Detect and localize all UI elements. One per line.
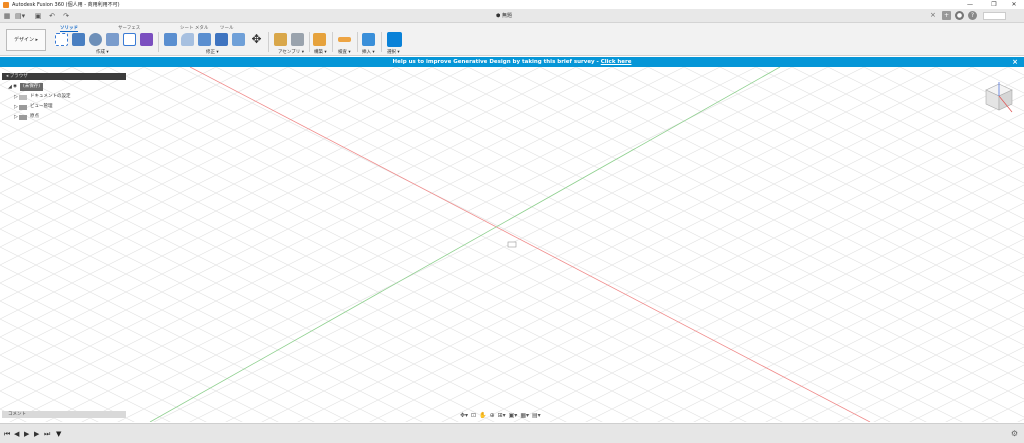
timeline-settings-gear-icon[interactable]: ⚙ — [1011, 429, 1018, 438]
tab-sheet-metal[interactable]: シート メタル — [180, 25, 208, 31]
browser-item-origin[interactable]: ▷ 原点 — [14, 113, 39, 121]
browser-item-document-settings[interactable]: ▷ ドキュメントの設定 — [14, 93, 71, 101]
timeline-bar: ⏮ ◀ ▶ ▶ ⏭ ▼ ⚙ — [0, 423, 1024, 443]
assemble-group-label[interactable]: アセンブリ ▾ — [278, 49, 304, 55]
browser-item-label: ドキュメントの設定 — [30, 94, 71, 99]
document-tab[interactable]: ⬢ 無題 — [496, 12, 512, 19]
close-tab-icon[interactable]: × — [930, 11, 936, 19]
create-sketch-icon[interactable] — [55, 33, 68, 46]
joint-icon[interactable] — [291, 33, 304, 46]
pan-icon[interactable]: ✋ — [479, 412, 486, 419]
fit-icon[interactable]: ⊞▾ — [498, 412, 506, 419]
survey-banner: Help us to improve Generative Design by … — [0, 57, 1024, 67]
fillet-icon[interactable] — [181, 33, 194, 46]
save-icon[interactable]: ▣ — [34, 11, 42, 21]
select-group-label[interactable]: 選択 ▾ — [387, 49, 400, 55]
browser-item-label: ビュー管理 — [30, 104, 53, 109]
construct-group-label[interactable]: 構築 ▾ — [314, 49, 327, 55]
file-menu-icon[interactable]: ▤▾ — [15, 11, 25, 21]
window-title: Autodesk Fusion 360 (個人用 - 商用利用不可) — [12, 2, 120, 8]
ribbon-toolbar: デザイン ▸ ソリッド サーフェス シート メタル ツール 作成 ▾ ✥ 修正 … — [0, 23, 1024, 56]
combine-icon[interactable] — [232, 33, 245, 46]
browser-item-label: 原点 — [30, 114, 39, 119]
orbit-icon[interactable]: ✥▾ — [460, 412, 468, 419]
go-to-start-icon[interactable]: ⏮ — [4, 430, 10, 439]
browser-root-row[interactable]: ◢ ◉ (未保存) — [8, 83, 43, 91]
comments-label: コメント — [8, 412, 26, 417]
redo-icon[interactable]: ↷ — [62, 11, 70, 21]
document-title: 無題 — [501, 13, 512, 19]
offset-plane-icon[interactable] — [313, 33, 326, 46]
navigation-bar: ✥▾ ⊡ ✋ ⊕ ⊞▾ ▣▾ ▦▾ ▤▾ — [460, 411, 562, 420]
close-window-button[interactable]: ✕ — [1004, 0, 1024, 9]
press-pull-icon[interactable] — [164, 33, 177, 46]
viewports-icon[interactable]: ▤▾ — [532, 412, 541, 419]
separator — [268, 32, 269, 52]
separator — [158, 32, 159, 52]
help-icon[interactable]: ? — [968, 11, 977, 20]
tab-solid[interactable]: ソリッド — [60, 25, 78, 32]
browser-item-named-views[interactable]: ▷ ビュー管理 — [14, 103, 53, 111]
document-name: (未保存) — [19, 83, 43, 91]
separator — [357, 32, 358, 52]
new-tab-icon[interactable]: + — [942, 11, 951, 20]
new-component-icon[interactable] — [274, 33, 287, 46]
banner-text: Help us to improve Generative Design by … — [392, 59, 601, 65]
origin-marker — [507, 241, 517, 248]
extensions-icon[interactable]: ● — [955, 11, 964, 20]
fusion-app-icon — [3, 1, 9, 8]
banner-link[interactable]: Click here — [601, 59, 632, 65]
separator — [332, 32, 333, 52]
inspect-group-label[interactable]: 検査 ▾ — [338, 49, 351, 55]
display-settings-icon[interactable]: ▣▾ — [509, 412, 518, 419]
viewcube[interactable] — [982, 80, 1016, 114]
banner-close-icon[interactable]: × — [1012, 57, 1018, 67]
canvas-grid — [0, 67, 1024, 422]
step-back-icon[interactable]: ◀ — [14, 430, 19, 438]
grid-menu-icon[interactable]: ▦ — [3, 11, 11, 21]
zoom-icon[interactable]: ⊕ — [490, 412, 495, 419]
extrude-icon[interactable] — [72, 33, 85, 46]
settings-gear-icon — [19, 94, 27, 100]
timeline-marker-icon[interactable]: ▼ — [56, 430, 61, 438]
quick-access-toolbar: ▦ ▤▾ ▣ ↶ ↷ — [0, 9, 1024, 23]
grid-settings-icon[interactable]: ▦▾ — [520, 412, 529, 419]
modify-group-label[interactable]: 修正 ▾ — [206, 49, 219, 55]
design-canvas[interactable] — [0, 67, 1024, 422]
play-icon[interactable]: ▶ — [24, 430, 29, 438]
shell-icon[interactable] — [215, 33, 228, 46]
workspace-switcher[interactable]: デザイン ▸ — [6, 29, 46, 51]
loft-icon[interactable] — [123, 33, 136, 46]
revolve-icon[interactable] — [89, 33, 102, 46]
visibility-eye-icon[interactable]: ◉ — [13, 83, 17, 91]
insert-group-label[interactable]: 挿入 ▾ — [362, 49, 375, 55]
folder-icon — [19, 104, 27, 110]
title-bar: Autodesk Fusion 360 (個人用 - 商用利用不可) — [0, 0, 1024, 9]
go-to-end-icon[interactable]: ⏭ — [44, 430, 50, 439]
separator — [381, 32, 382, 52]
folder-icon — [19, 114, 27, 120]
form-icon[interactable] — [140, 33, 153, 46]
sweep-icon[interactable] — [106, 33, 119, 46]
measure-icon[interactable] — [338, 37, 351, 42]
maximize-button[interactable]: ❐ — [984, 0, 1004, 9]
tab-tools[interactable]: ツール — [220, 25, 234, 31]
look-at-icon[interactable]: ⊡ — [471, 412, 476, 419]
select-icon[interactable] — [387, 32, 402, 47]
user-account-box[interactable] — [983, 12, 1006, 20]
comments-panel[interactable]: コメント — [2, 411, 126, 418]
browser-title: ブラウザ — [9, 74, 28, 79]
insert-image-icon[interactable] — [362, 33, 375, 46]
create-group-label[interactable]: 作成 ▾ — [96, 49, 109, 55]
tab-surface[interactable]: サーフェス — [118, 25, 140, 31]
browser-panel-header[interactable]: ◂ ブラウザ — [2, 73, 126, 80]
move-icon[interactable]: ✥ — [250, 33, 263, 46]
minimize-button[interactable]: — — [960, 0, 980, 9]
chamfer-icon[interactable] — [198, 33, 211, 46]
separator — [309, 32, 310, 52]
step-forward-icon[interactable]: ▶ — [34, 430, 39, 438]
undo-icon[interactable]: ↶ — [48, 11, 56, 21]
